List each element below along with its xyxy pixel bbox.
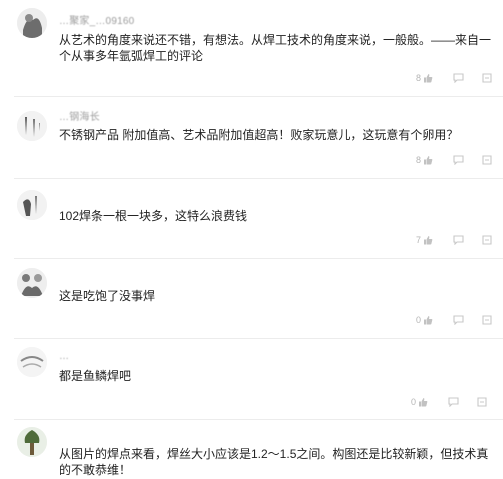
like-button[interactable]: 7 <box>416 235 433 245</box>
more-dots-icon[interactable] <box>482 155 492 165</box>
avatar[interactable] <box>17 427 47 457</box>
comment-text: 从艺术的角度来说还不错，有想法。从焊工技术的角度来说，一般般。——来自一个从事多… <box>59 33 492 63</box>
comment-actions: 7 <box>416 233 492 247</box>
like-count: 8 <box>416 155 422 165</box>
thumbs-up-icon <box>423 73 433 83</box>
reply-bubble-icon[interactable] <box>453 73 464 83</box>
divider <box>14 258 503 259</box>
comment-actions: 0 <box>416 313 492 327</box>
avatar[interactable] <box>17 8 47 38</box>
username[interactable]: … <box>59 351 69 362</box>
like-count: 8 <box>416 73 422 83</box>
avatar[interactable] <box>17 111 47 141</box>
thumbs-up-icon <box>418 397 428 407</box>
divider <box>14 178 503 179</box>
comment-text: 不锈钢产品 附加值高、艺术品附加值超高！败家玩意儿，这玩意有个卵用？ <box>59 128 459 142</box>
like-button[interactable]: 8 <box>416 73 433 83</box>
username[interactable]: …钢海长 <box>59 108 100 123</box>
comment-actions: 8 <box>416 153 492 167</box>
avatar[interactable] <box>17 347 47 377</box>
comment-actions: 8 <box>416 71 492 85</box>
avatar[interactable] <box>17 190 47 220</box>
divider <box>14 96 503 97</box>
comment-actions: 0 <box>411 395 487 409</box>
reply-bubble-icon[interactable] <box>448 397 459 407</box>
comment-text: 从图片的焊点来看，焊丝大小应该是1.2～1.5之间。构图还是比较新颖，但技术真的… <box>59 447 489 477</box>
reply-bubble-icon[interactable] <box>453 235 464 245</box>
thumbs-up-icon <box>423 235 433 245</box>
divider <box>14 338 503 339</box>
like-count: 7 <box>416 235 422 245</box>
reply-bubble-icon[interactable] <box>453 155 464 165</box>
like-count: 0 <box>411 397 417 407</box>
avatar[interactable] <box>17 268 47 298</box>
thumbs-up-icon <box>423 155 433 165</box>
divider <box>14 419 503 420</box>
comment-text: 都是鱼鳞焊吧 <box>59 369 132 383</box>
like-button[interactable]: 8 <box>416 155 433 165</box>
more-dots-icon[interactable] <box>477 397 487 407</box>
more-dots-icon[interactable] <box>482 73 492 83</box>
username[interactable]: …聚家_…09160 <box>59 12 134 27</box>
like-button[interactable]: 0 <box>416 315 433 325</box>
like-button[interactable]: 0 <box>411 397 428 407</box>
reply-bubble-icon[interactable] <box>453 315 464 325</box>
comment-text: 这是吃饱了没事焊 <box>59 289 156 303</box>
comment-text: 102焊条一根一块多，这特么浪费钱 <box>59 209 248 223</box>
more-dots-icon[interactable] <box>482 315 492 325</box>
like-count: 0 <box>416 315 422 325</box>
thumbs-up-icon <box>423 315 433 325</box>
more-dots-icon[interactable] <box>482 235 492 245</box>
